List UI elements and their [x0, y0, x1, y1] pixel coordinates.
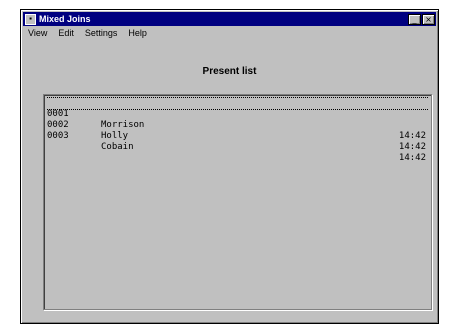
menu-edit[interactable]: Edit [58, 28, 74, 38]
minimize-icon: _ [412, 14, 417, 24]
menu-bar: View Edit Settings Help [23, 26, 436, 39]
minimize-button[interactable]: _ [408, 13, 421, 25]
title-bar[interactable]: ▪ Mixed Joins _ × [23, 12, 436, 26]
list-item[interactable]: 0002 Holly 14:42 [47, 109, 428, 152]
app-icon[interactable]: ▪ [25, 13, 36, 25]
present-listbox[interactable]: 0001 Morrison 14:42 0002 Holly 14:42 000… [43, 94, 432, 310]
close-icon: × [425, 14, 432, 24]
menu-view[interactable]: View [28, 28, 47, 38]
item-time: 14:42 [398, 131, 426, 141]
menu-settings[interactable]: Settings [85, 28, 118, 38]
app-window: ▪ Mixed Joins _ × View Edit Settings Hel… [20, 9, 439, 324]
item-time: 14:42 [398, 142, 426, 152]
page-title: Present list [202, 66, 257, 77]
item-id: 0003 [47, 131, 69, 141]
menu-help[interactable]: Help [128, 28, 147, 38]
list-item[interactable]: 0003 Cobain 14:42 [47, 120, 428, 163]
main-content: Present list 0001 Morrison 14:42 0002 Ho… [24, 40, 435, 320]
item-time: 14:42 [398, 153, 426, 163]
close-button[interactable]: × [422, 13, 435, 25]
window-title: Mixed Joins [39, 14, 91, 24]
item-name: Holly [101, 131, 129, 141]
item-name: Cobain [101, 142, 134, 152]
